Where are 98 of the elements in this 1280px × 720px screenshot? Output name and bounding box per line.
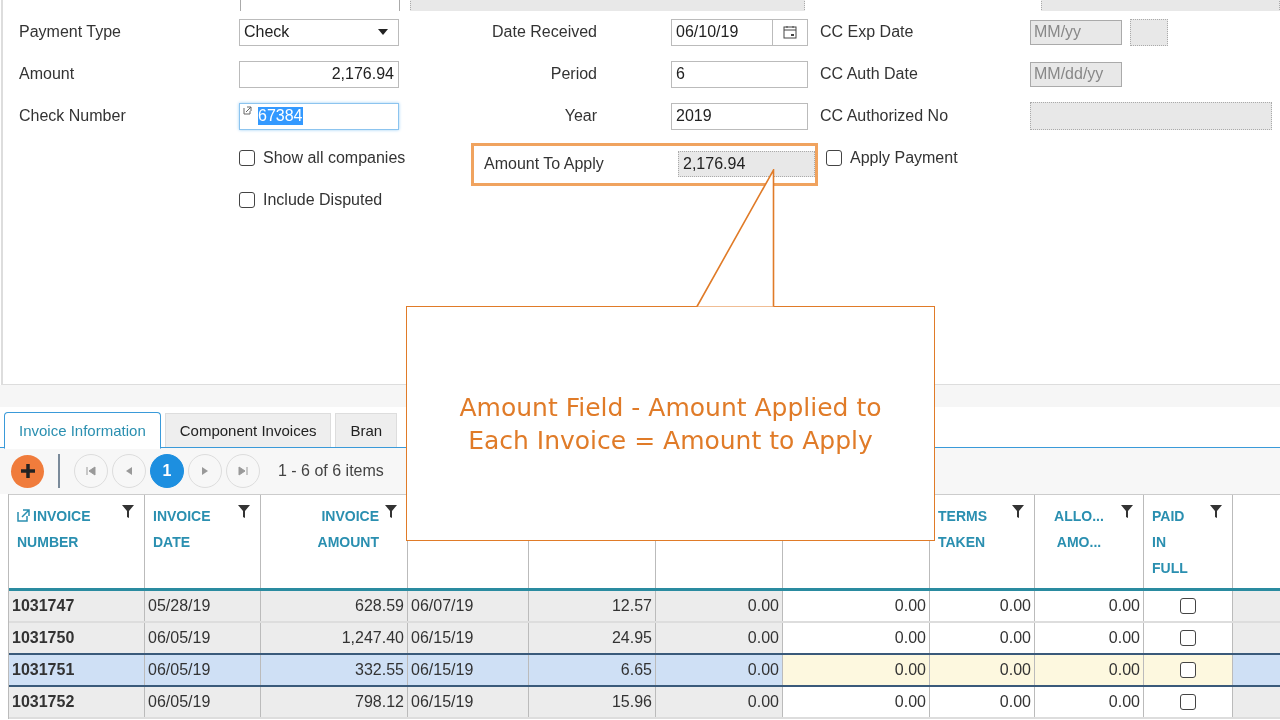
field-label: Year xyxy=(563,107,598,125)
tab[interactable]: Component Invoices xyxy=(164,413,332,447)
table-cell xyxy=(1233,623,1280,653)
table-cell: 06/15/19 xyxy=(411,693,474,710)
table-cell: 06/15/19 xyxy=(411,629,474,646)
table-cell: 12.57 xyxy=(611,597,652,614)
calendar-icon[interactable] xyxy=(783,25,797,39)
table-cell: 628.59 xyxy=(355,597,404,614)
filter-icon[interactable] xyxy=(1012,505,1024,518)
column-header[interactable]: AMO... xyxy=(1056,529,1102,555)
tab[interactable]: Bran xyxy=(335,413,398,447)
check-number-field[interactable]: 67384 xyxy=(239,102,399,130)
column-header[interactable]: INVOICE xyxy=(321,503,379,529)
table-cell xyxy=(1233,591,1280,621)
column-header[interactable]: TAKEN xyxy=(938,529,986,555)
table-cell: 06/05/19 xyxy=(148,661,211,678)
filter-icon[interactable] xyxy=(122,505,134,518)
checkbox[interactable] xyxy=(1180,598,1196,614)
table-cell: 0.00 xyxy=(894,597,926,614)
field-label: Amount xyxy=(18,65,76,83)
table-cell: 0.00 xyxy=(1108,693,1140,710)
table-cell: 0.00 xyxy=(999,693,1031,710)
table-cell: 0.00 xyxy=(747,693,779,710)
table-cell: 0.00 xyxy=(894,661,926,678)
table-cell: 0.00 xyxy=(747,629,779,646)
table-cell: 06/15/19 xyxy=(411,661,474,678)
checkbox[interactable] xyxy=(1180,662,1196,678)
field-label: Amount To Apply xyxy=(483,155,605,173)
table-cell: 798.12 xyxy=(355,693,404,710)
field-label: Date Received xyxy=(491,23,598,41)
first-page-icon xyxy=(86,466,96,476)
filter-icon[interactable] xyxy=(238,505,250,518)
column-header[interactable]: INVOICE xyxy=(153,503,211,529)
caret-icon xyxy=(378,29,388,35)
amount-to-apply-field: 2,176.94 xyxy=(678,151,815,177)
table-cell: 0.00 xyxy=(747,597,779,614)
filter-icon[interactable] xyxy=(1121,505,1133,518)
field-label: CC Auth Date xyxy=(819,65,919,83)
column-header[interactable]: NUMBER xyxy=(17,529,79,555)
column-header[interactable]: FULL xyxy=(1152,555,1188,581)
table-cell: 06/05/19 xyxy=(148,693,211,710)
input-field[interactable]: 6 xyxy=(671,60,808,88)
next-icon xyxy=(200,466,210,476)
pager-summary: 1 - 6 of 6 items xyxy=(278,462,384,480)
callout-text: Amount Field - Amount Applied to Each Invoice = Amount to Apply xyxy=(458,392,883,457)
field-label: CC Authorized No xyxy=(819,107,950,125)
checkbox[interactable] xyxy=(1180,694,1196,710)
table-cell: 1031751 xyxy=(12,661,75,678)
table-cell: 06/05/19 xyxy=(148,629,211,646)
column-header[interactable]: DATE xyxy=(153,529,191,555)
table-cell: 0.00 xyxy=(894,629,926,646)
checkbox[interactable]: Apply Payment xyxy=(826,149,958,167)
table-cell: 0.00 xyxy=(999,661,1031,678)
column-header[interactable]: AMOUNT xyxy=(317,529,379,555)
checkbox[interactable]: Include Disputed xyxy=(239,191,471,209)
table-cell: 1031747 xyxy=(12,597,75,614)
column-header[interactable]: PAID xyxy=(1152,503,1185,529)
table-cell: 05/28/19 xyxy=(148,597,211,614)
table-cell: 0.00 xyxy=(1108,661,1140,678)
table-cell: 6.65 xyxy=(620,661,652,678)
filter-icon[interactable] xyxy=(385,505,397,518)
table-cell: 1031752 xyxy=(12,693,75,710)
input-field[interactable]: 2019 xyxy=(671,102,808,130)
payment-type-dropdown[interactable]: Check xyxy=(239,18,399,46)
external-link-icon xyxy=(17,509,30,522)
table-cell: 332.55 xyxy=(355,661,404,678)
checkbox[interactable] xyxy=(1180,630,1196,646)
column-header[interactable]: INVOICE xyxy=(17,503,91,529)
table-cell: 24.95 xyxy=(611,629,652,646)
previous-icon xyxy=(124,466,134,476)
external-link-icon xyxy=(243,105,252,115)
add-button[interactable] xyxy=(11,454,44,488)
filter-icon[interactable] xyxy=(1210,505,1222,518)
table-cell: 0.00 xyxy=(747,661,779,678)
table-cell: 0.00 xyxy=(999,597,1031,614)
table-cell xyxy=(1233,687,1280,717)
last-page-icon xyxy=(238,466,248,476)
field-label: Payment Type xyxy=(18,23,122,41)
page-button[interactable]: 1 xyxy=(150,454,184,488)
tab[interactable]: Invoice Information xyxy=(4,411,161,449)
table-cell: 06/07/19 xyxy=(411,597,474,614)
column-header[interactable]: TERMS xyxy=(938,503,987,529)
checkbox[interactable]: Show all companies xyxy=(239,149,471,167)
field-label: Check Number xyxy=(18,107,127,125)
amount-field[interactable]: 2,176.94 xyxy=(239,60,399,88)
table-cell: 0.00 xyxy=(1108,629,1140,646)
table-cell: 1031750 xyxy=(12,629,75,646)
table-cell: 0.00 xyxy=(999,629,1031,646)
table-cell: 0.00 xyxy=(1108,597,1140,614)
table-cell: 15.96 xyxy=(611,693,652,710)
field-label: Period xyxy=(549,65,598,83)
field-label: CC Exp Date xyxy=(819,23,915,41)
table-cell: 1,247.40 xyxy=(341,629,404,646)
date-field[interactable]: 06/10/19 xyxy=(671,18,808,46)
column-header[interactable]: ALLO... xyxy=(1054,503,1104,529)
column-header[interactable]: IN xyxy=(1152,529,1166,555)
table-cell: 0.00 xyxy=(894,693,926,710)
plus-icon xyxy=(19,463,36,479)
